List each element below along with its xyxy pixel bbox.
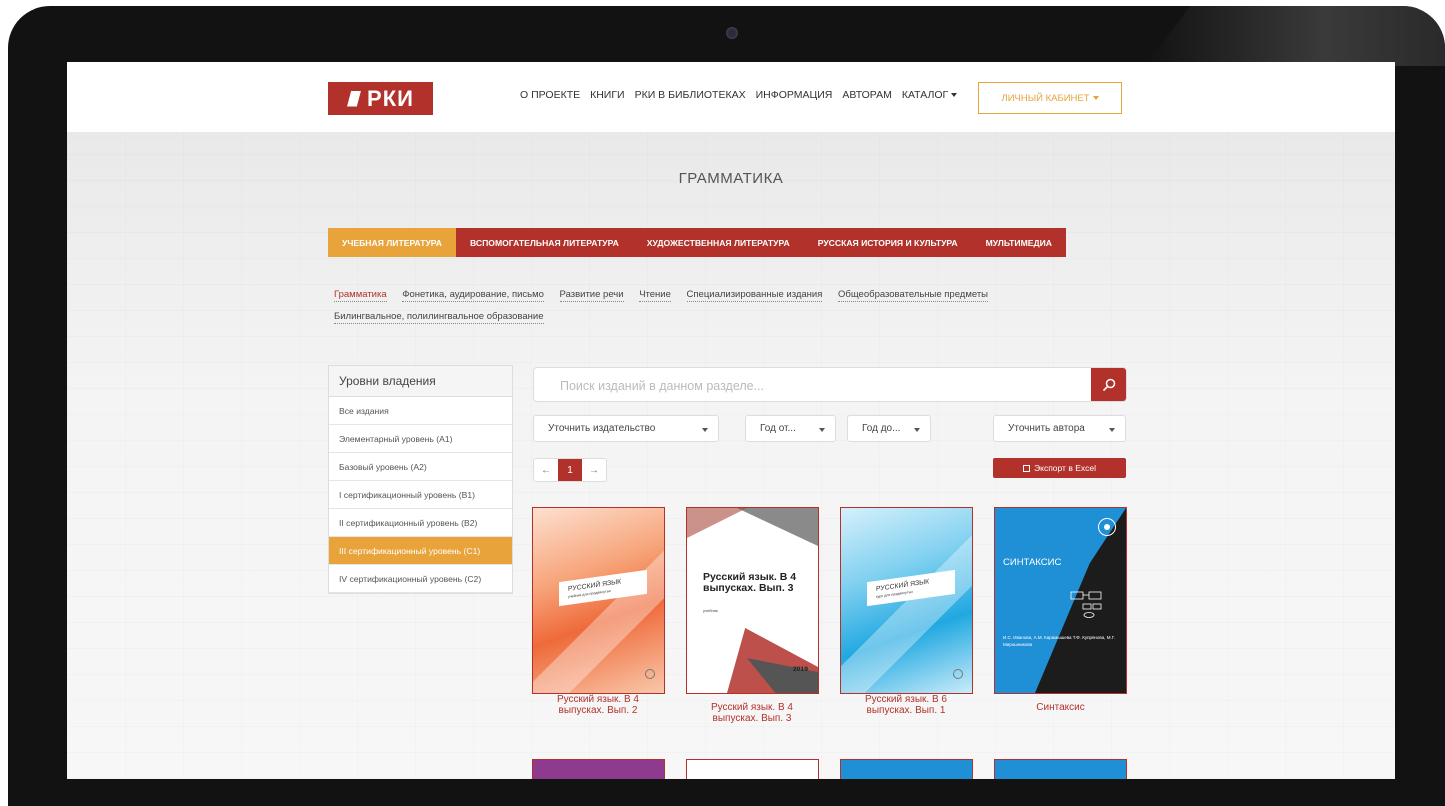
cover-subtitle: курс для продвинутых	[876, 589, 913, 599]
publisher-seal-icon	[953, 669, 963, 679]
level-a1[interactable]: Элементарный уровень (А1)	[329, 425, 512, 453]
nav-about[interactable]: О ПРОЕКТЕ	[520, 89, 580, 101]
cover-authors: И.С. Иванова, А.М. Карамышева Т.Ф. Купря…	[1003, 635, 1115, 647]
subnav-phonetics[interactable]: Фонетика, аудирование, письмо	[402, 289, 544, 302]
page-title: ГРАММАТИКА	[678, 170, 784, 187]
search-button[interactable]	[1091, 368, 1126, 401]
book-title[interactable]: Русский язык. В 4 выпусках. Вып. 3	[692, 694, 812, 724]
book-cover-image[interactable]: РУССКИЙ ЯЗЫК учебник для продвинутых	[532, 507, 665, 694]
chevron-down-icon	[1109, 428, 1115, 432]
site-header: РКИ О ПРОЕКТЕ КНИГИ РКИ В БИБЛИОТЕКАХ ИН…	[67, 62, 1395, 132]
book-cover-image[interactable]	[686, 759, 819, 779]
book-cover-image[interactable]: Русский язык. В 4 выпусках. Вып. 3 учебн…	[686, 507, 819, 694]
cabinet-label: ЛИЧНЫЙ КАБИНЕТ	[1001, 92, 1090, 104]
main-nav: О ПРОЕКТЕ КНИГИ РКИ В БИБЛИОТЕКАХ ИНФОРМ…	[520, 89, 958, 101]
level-c2[interactable]: IV сертификационный уровень (С2)	[329, 565, 512, 593]
book-card[interactable]: РУССКИЙ ЯЗЫК учебник для продвинутых Рус…	[532, 507, 665, 716]
level-b1[interactable]: I сертификационный уровень (В1)	[329, 481, 512, 509]
subnav-general-subjects[interactable]: Общеобразовательные предметы	[838, 289, 988, 302]
cover-title: СИНТАКСИС	[1003, 557, 1062, 568]
year-to-select[interactable]: Год до...	[847, 415, 931, 442]
subnav-grammar[interactable]: Грамматика	[334, 289, 387, 302]
subnav-reading[interactable]: Чтение	[639, 289, 671, 302]
site-logo[interactable]: РКИ	[328, 82, 433, 115]
chevron-down-icon	[819, 428, 825, 432]
subnav-speech[interactable]: Развитие речи	[559, 289, 624, 302]
book-cover-image[interactable]: РУССКИЙ ЯЗЫК курс для продвинутых	[840, 507, 973, 694]
search-icon	[1102, 378, 1115, 391]
page-1-button[interactable]: 1	[558, 459, 582, 481]
book-cover-image[interactable]	[994, 759, 1127, 779]
tab-multimedia[interactable]: МУЛЬТИМЕДИА	[972, 228, 1066, 257]
level-b2[interactable]: II сертификационный уровень (В2)	[329, 509, 512, 537]
level-c1[interactable]: III сертификационный уровень (С1)	[329, 537, 512, 565]
chevron-down-icon	[702, 428, 708, 432]
book-card[interactable]: РУССКИЙ ЯЗЫК курс для продвинутых Русски…	[840, 507, 973, 716]
export-excel-button[interactable]: Экспорт в Excel	[993, 458, 1126, 478]
author-select[interactable]: Уточнить автора	[993, 415, 1126, 442]
author-select-value: Уточнить автора	[1008, 423, 1085, 434]
book-cover-image[interactable]: СИНТАКСИС И.С. Иванова, А.М. Карамышева …	[994, 507, 1127, 694]
book-cover-image[interactable]	[840, 759, 973, 779]
publisher-select-value: Уточнить издательство	[548, 423, 656, 434]
book-title[interactable]: Русский язык. В 6 выпусках. Вып. 1	[846, 694, 966, 716]
tab-history-culture[interactable]: РУССКАЯ ИСТОРИЯ И КУЛЬТУРА	[804, 228, 972, 257]
book-card[interactable]: Русский язык. В 4 выпусках. Вып. 3 учебн…	[686, 507, 819, 724]
nav-catalog-label: КАТАЛОГ	[901, 89, 949, 101]
browser-viewport: РКИ О ПРОЕКТЕ КНИГИ РКИ В БИБЛИОТЕКАХ ИН…	[67, 62, 1395, 779]
nav-authors[interactable]: АВТОРАМ	[842, 89, 891, 101]
cover-title: Русский язык. В 4 выпусках. Вып. 3	[703, 571, 797, 594]
export-label: Экспорт в Excel	[1034, 463, 1096, 473]
publisher-select[interactable]: Уточнить издательство	[533, 415, 719, 442]
level-a2[interactable]: Базовый уровень (А2)	[329, 453, 512, 481]
year-from-value: Год от...	[760, 423, 796, 434]
book-title[interactable]: Русский язык. В 4 выпусках. Вып. 2	[538, 694, 658, 716]
book-title[interactable]: Синтаксис	[994, 694, 1127, 713]
levels-title: Уровни владения	[329, 366, 512, 397]
subnav-bilingual[interactable]: Билингвальное, полилингвальное образован…	[334, 311, 544, 324]
search-input[interactable]	[534, 368, 1102, 401]
category-tabs: УЧЕБНАЯ ЛИТЕРАТУРА ВСПОМОГАТЕЛЬНАЯ ЛИТЕР…	[328, 228, 1066, 257]
pagination: ← 1 →	[533, 458, 607, 482]
bezel-reflection	[1145, 6, 1445, 66]
nav-catalog[interactable]: КАТАЛОГ	[901, 89, 958, 101]
caret-down-icon	[951, 93, 958, 98]
tab-auxiliary[interactable]: ВСПОМОГАТЕЛЬНАЯ ЛИТЕРАТУРА	[456, 228, 633, 257]
webcam	[726, 27, 738, 39]
personal-cabinet-button[interactable]: ЛИЧНЫЙ КАБИНЕТ	[978, 82, 1122, 114]
logo-mark-icon	[347, 90, 362, 107]
chevron-down-icon	[914, 428, 920, 432]
logo-text: РКИ	[367, 85, 414, 111]
tab-fiction[interactable]: ХУДОЖЕСТВЕННАЯ ЛИТЕРАТУРА	[633, 228, 804, 257]
proficiency-levels-panel: Уровни владения Все издания Элементарный…	[328, 365, 513, 594]
subnav-specialized[interactable]: Специализированные издания	[686, 289, 823, 302]
caret-down-icon	[1092, 96, 1099, 100]
prev-page-button[interactable]: ←	[534, 459, 558, 481]
university-logo-icon	[1098, 518, 1116, 536]
search-box	[533, 367, 1127, 402]
publisher-seal-icon	[645, 669, 655, 679]
syntax-diagram-icon	[1070, 591, 1102, 618]
book-card[interactable]: СИНТАКСИС И.С. Иванова, А.М. Карамышева …	[994, 507, 1127, 713]
nav-books[interactable]: КНИГИ	[590, 89, 624, 101]
year-from-select[interactable]: Год от...	[745, 415, 836, 442]
year-to-value: Год до...	[862, 423, 901, 434]
nav-libraries[interactable]: РКИ В БИБЛИОТЕКАХ	[635, 89, 746, 101]
cover-subtitle: учебник	[703, 608, 718, 613]
cover-year: 2019	[792, 666, 808, 673]
nav-info[interactable]: ИНФОРМАЦИЯ	[756, 89, 833, 101]
level-all[interactable]: Все издания	[329, 397, 512, 425]
save-icon	[1023, 464, 1031, 472]
tab-educational[interactable]: УЧЕБНАЯ ЛИТЕРАТУРА	[328, 228, 456, 257]
next-page-button[interactable]: →	[582, 459, 606, 481]
book-cover-image[interactable]	[532, 759, 665, 779]
subcategory-nav: Грамматика Фонетика, аудирование, письмо…	[334, 284, 1054, 328]
